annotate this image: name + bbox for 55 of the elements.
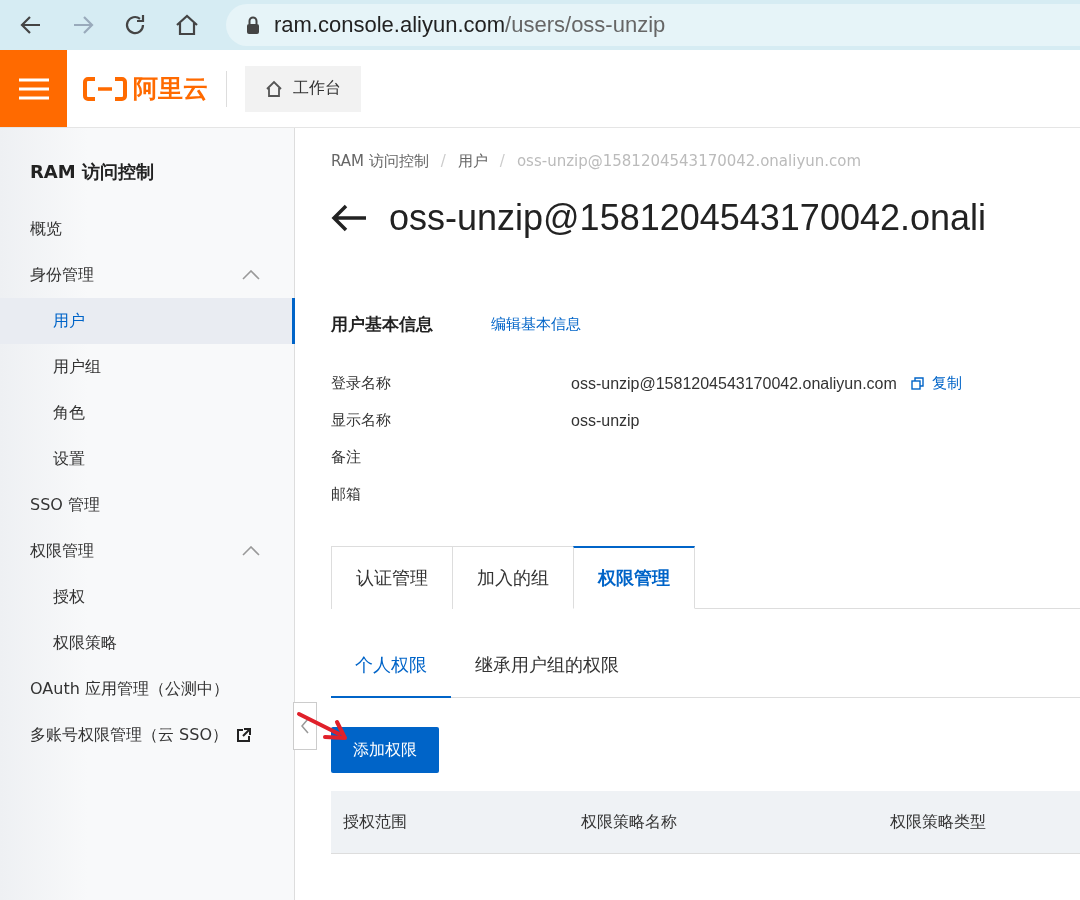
sub-tab[interactable]: 继承用户组的权限 — [451, 634, 643, 698]
field-label: 邮箱 — [331, 485, 362, 504]
sidebar-item[interactable]: 授权 — [0, 574, 295, 620]
chevron-up-icon — [242, 270, 260, 280]
field-label: 登录名称 — [331, 374, 392, 393]
sidebar-item[interactable]: 用户 — [0, 298, 295, 344]
tab[interactable]: 认证管理 — [331, 546, 453, 609]
sub-tab[interactable]: 个人权限 — [331, 634, 451, 698]
page-title: oss-unzip@1581204543170042.onali — [389, 197, 987, 239]
copy-link[interactable]: 复制 — [910, 374, 962, 393]
sidebar-item[interactable]: OAuth 应用管理（公测中） — [0, 666, 295, 712]
breadcrumb-separator: / — [440, 152, 446, 171]
chevron-left-icon — [301, 718, 309, 734]
sidebar-item[interactable]: SSO 管理 — [0, 482, 295, 528]
sidebar-item[interactable]: 多账号权限管理（云 SSO） — [0, 712, 295, 758]
url-path: /users/oss-unzip — [505, 12, 666, 38]
field-value: oss-unzip@1581204543170042.onaliyun.com — [571, 374, 897, 393]
field-label: 备注 — [331, 448, 362, 467]
breadcrumb-item[interactable]: RAM 访问控制 — [331, 152, 429, 171]
breadcrumb-item[interactable]: 用户 — [457, 152, 488, 171]
sidebar-item[interactable]: 权限管理 — [0, 528, 295, 574]
external-link-icon — [236, 727, 251, 743]
section-title: 用户基本信息 — [331, 313, 433, 336]
sidebar-item[interactable]: 角色 — [0, 390, 295, 436]
sidebar-item[interactable]: 概览 — [0, 206, 295, 252]
menu-button[interactable] — [0, 50, 67, 127]
collapse-sidebar-button[interactable] — [293, 702, 317, 750]
tab[interactable]: 权限管理 — [573, 546, 695, 609]
sidebar-item[interactable]: 权限策略 — [0, 620, 295, 666]
logo-text: 阿里云 — [133, 73, 208, 105]
home-icon — [265, 79, 283, 98]
breadcrumb-separator: / — [499, 152, 505, 171]
sidebar-title: RAM 访问控制 — [29, 160, 155, 184]
tab[interactable]: 加入的组 — [452, 546, 574, 609]
workbench-button[interactable]: 工作台 — [245, 65, 361, 112]
lock-icon — [246, 16, 260, 34]
sidebar-item[interactable]: 身份管理 — [0, 252, 295, 298]
chevron-up-icon — [242, 546, 260, 556]
copy-icon — [910, 377, 924, 390]
field-label: 显示名称 — [331, 411, 392, 430]
column-header: 权限策略名称 — [581, 811, 678, 833]
sidebar-item[interactable]: 设置 — [0, 436, 295, 482]
url-host: ram.console.aliyun.com — [274, 12, 506, 38]
address-bar[interactable]: ram.console.aliyun.com/users/oss-unzip — [226, 4, 1080, 46]
breadcrumb-item: oss-unzip@1581204543170042.onaliyun.com — [516, 152, 862, 171]
sidebar-item[interactable]: 用户组 — [0, 344, 295, 390]
logo-icon — [83, 76, 127, 101]
column-header: 授权范围 — [343, 811, 408, 833]
column-header: 权限策略类型 — [890, 811, 987, 833]
back-arrow-icon[interactable] — [331, 204, 367, 232]
edit-info-link[interactable]: 编辑基本信息 — [491, 315, 581, 334]
add-permission-button[interactable]: 添加权限 — [331, 727, 439, 773]
field-value: oss-unzip — [571, 411, 640, 430]
home-icon[interactable] — [174, 12, 200, 38]
menu-icon — [18, 77, 49, 100]
